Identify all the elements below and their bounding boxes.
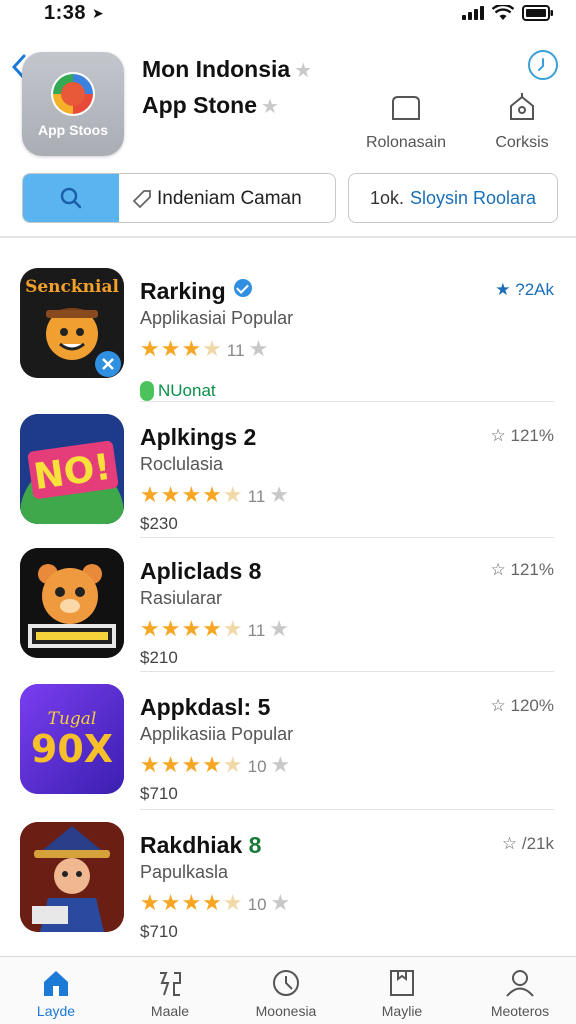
rank-label: ☆ 121% (490, 560, 554, 579)
header-action-label: Rolonasain (365, 134, 447, 151)
app-subtitle: Papulkasla (140, 862, 229, 882)
tab-maale[interactable]: Maale (120, 967, 220, 1019)
star-outline-icon: ★ (294, 60, 313, 82)
app-icon (20, 548, 124, 658)
app-price: $210 (140, 648, 178, 667)
tag-icon (132, 190, 151, 209)
app-subtitle: Roclulasia (140, 454, 224, 474)
star-rating: ★★★★★ 10 ★ (140, 752, 292, 777)
list-item[interactable]: Rakdhiak 8 Papulkasla ★★★★★ 10 ★ $710 ☆ /2… (0, 810, 576, 950)
battery-icon (522, 5, 553, 21)
section-divider (0, 236, 576, 238)
suggestion-chip[interactable]: 1ok. Sloysin Roolara (348, 173, 558, 223)
search-row: Indeniam Caman 1ok. Sloysin Roolara (22, 173, 558, 223)
tab-layde[interactable]: Layde (6, 967, 106, 1019)
signal-icon (462, 6, 484, 20)
star-rating: ★★★★★ 10 ★ (140, 890, 292, 915)
wifi-icon (492, 5, 514, 20)
page-title-line1: Mon Indonsia ★ (142, 56, 313, 82)
app-subtitle: Rasiularar (140, 588, 223, 608)
tab-label: Maylie (381, 1003, 423, 1019)
app-price: $710 (140, 784, 178, 803)
bag-icon (392, 96, 420, 120)
rank-label: ☆ /21k (501, 834, 554, 853)
tab-label: Maale (150, 1003, 190, 1019)
clock-icon (273, 970, 299, 996)
rating-count: 11 (247, 487, 266, 506)
rank-label: ☆ 121% (490, 426, 554, 445)
app-name: Appkdasl: 5 (140, 694, 271, 720)
star-outline-icon: ★ (261, 96, 279, 118)
games-icon (160, 972, 181, 996)
location-arrow-icon: ➤ (92, 5, 104, 21)
tab-label: Layde (36, 1003, 76, 1019)
search-icon (60, 187, 82, 209)
app-icon: NO! (20, 414, 124, 524)
list-item[interactable]: Apliclads 8 Rasiularar ★★★★★ 11 ★ $210 ☆ 1… (0, 536, 576, 672)
green-pill-icon (140, 381, 154, 401)
app-icon: Tugal 90X (20, 684, 124, 794)
clock-button[interactable] (528, 50, 558, 80)
tab-bar: Layde Maale Moonesia Maylie Meoteros (0, 956, 576, 1024)
tab-label: Meoteros (490, 1003, 550, 1019)
svg-text:Tugal: Tugal (48, 709, 97, 729)
app-price: $710 (140, 922, 178, 941)
svg-text:90X: 90X (31, 727, 113, 771)
tab-meoteros[interactable]: Meoteros (470, 967, 570, 1019)
app-name: Apliclads 8 (140, 558, 262, 584)
logo-label: App Stoos (38, 122, 108, 138)
list-item[interactable]: Tugal 90X Appkdasl: 5 Applikasiia Popula… (0, 672, 576, 810)
search-value: Indeniam Caman (157, 188, 302, 209)
app-header: App Stoos Mon Indonsia ★ App Stone ★ Rolon… (0, 40, 576, 170)
home-icon (44, 971, 68, 996)
app-price: $230 (140, 514, 178, 533)
star-rating: ★★★★★ 11 ★ (140, 482, 291, 507)
verified-icon (234, 279, 253, 297)
app-subtitle: Applikasiai Popular (140, 308, 294, 328)
header-action-label: Corksis (495, 134, 549, 151)
suggestion-text: Sloysin Roolara (409, 187, 537, 208)
app-icon (20, 822, 124, 932)
tab-label: Moonesia (255, 1003, 317, 1019)
suggestion-prefix: 1ok. (369, 187, 404, 208)
app-name: Rakdhiak 8 (140, 832, 262, 858)
house-icon (510, 93, 534, 120)
apps-icon (390, 970, 414, 996)
logo-swirl-icon (51, 72, 95, 116)
list-item[interactable]: Sencknial Rarking Applikasiai Popular ★★… (0, 256, 576, 402)
clock-time: 1:38 (44, 2, 87, 24)
status-bar: 1:38 ➤ (0, 0, 576, 28)
rank-label: ☆ 120% (490, 696, 554, 715)
rank-label: ★ ?2Ak (495, 280, 554, 299)
status-badge: NUonat (140, 381, 216, 401)
search-input[interactable]: Indeniam Caman (22, 173, 336, 223)
search-button[interactable] (23, 174, 119, 222)
profile-icon (506, 970, 534, 997)
rating-count: 11 (226, 341, 245, 360)
app-icon: Sencknial (20, 268, 124, 378)
app-subtitle: Applikasiia Popular (140, 724, 294, 744)
app-name: Rarking (140, 278, 253, 305)
page-title-line2: App Stone ★ (142, 92, 279, 118)
svg-text:Sencknial: Sencknial (25, 277, 119, 297)
list-item[interactable]: NO! Aplkings 2 Roclulasia ★★★★★ 11 ★ $230 … (0, 402, 576, 538)
rating-count: 10 (247, 895, 267, 914)
header-action-rolonasain[interactable]: Rolonasain (356, 92, 456, 152)
app-name: Aplkings 2 (140, 424, 257, 450)
header-action-corksis[interactable]: Corksis (472, 92, 572, 152)
tab-maylie[interactable]: Maylie (352, 967, 452, 1019)
app-store-logo: App Stoos (22, 52, 124, 156)
clock-icon (538, 58, 544, 71)
star-rating: ★★★★★ 11 ★ (140, 616, 291, 641)
star-rating: ★★★★ 11 ★ (140, 336, 270, 361)
status-icons (462, 5, 554, 21)
rating-count: 10 (247, 757, 267, 776)
tab-moonesia[interactable]: Moonesia (236, 967, 336, 1019)
rating-count: 11 (247, 621, 266, 640)
